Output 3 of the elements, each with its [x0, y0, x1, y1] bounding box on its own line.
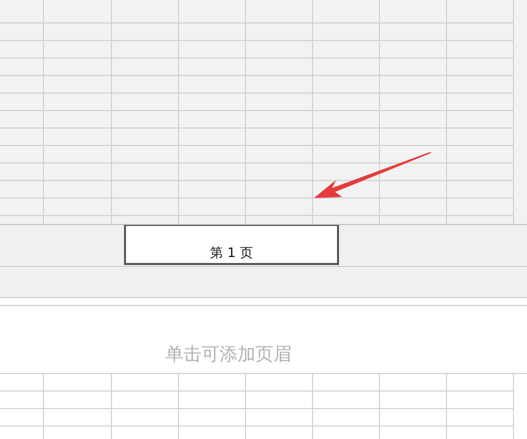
- page-footer-box[interactable]: 第 1 页: [124, 225, 339, 265]
- page-number-text: 第 1 页: [210, 245, 253, 262]
- header-placeholder: 单击可添加页眉: [166, 342, 292, 366]
